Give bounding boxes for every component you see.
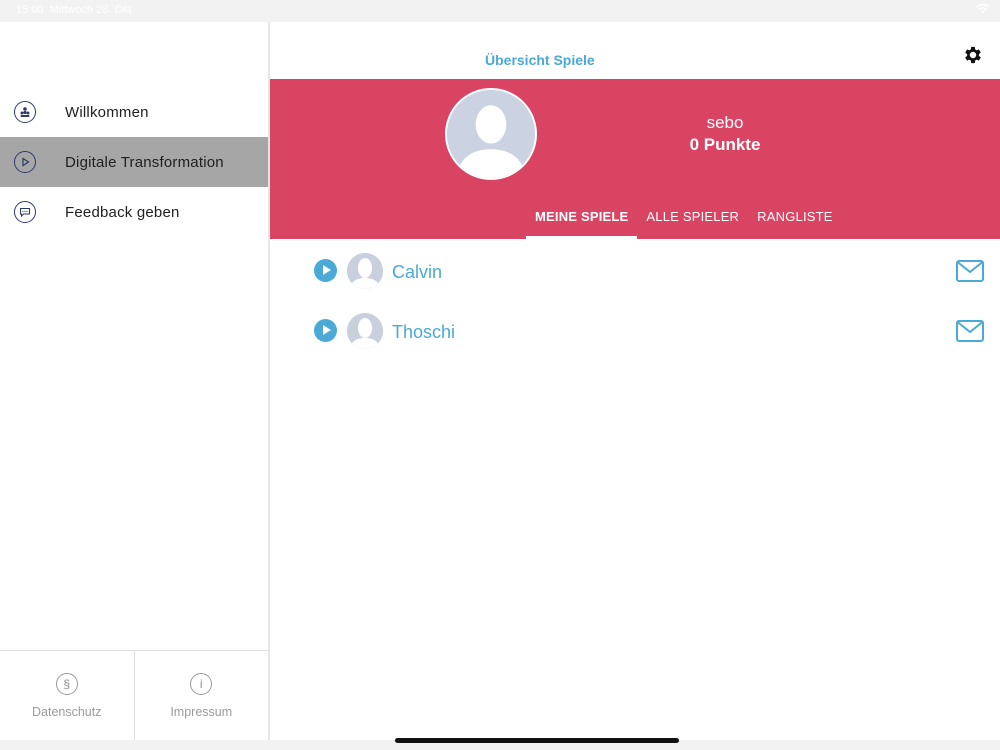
mail-icon[interactable] <box>956 260 984 282</box>
impressum-label: Impressum <box>170 704 233 719</box>
play-button[interactable] <box>314 319 337 342</box>
sidebar-menu: Willkommen Digitale Transformation Feedb… <box>0 87 268 237</box>
sidebar-item-digitale-transformation[interactable]: Digitale Transformation <box>0 137 268 187</box>
tab-alle-spieler[interactable]: ALLE SPIELER <box>637 199 748 239</box>
main-content: Übersicht Spiele sebo 0 Punkte MEINE SPI… <box>270 22 1000 740</box>
impressum-link[interactable]: i Impressum <box>133 651 269 740</box>
sidebar-item-label: Feedback geben <box>65 203 180 221</box>
play-button[interactable] <box>314 259 337 282</box>
tab-meine-spiele[interactable]: MEINE SPIELE <box>526 199 638 239</box>
home-indicator[interactable] <box>395 738 679 743</box>
status-time: 15:00 Mittwoch 28. Okt <box>16 4 132 16</box>
datenschutz-link[interactable]: § Datenschutz <box>0 651 134 740</box>
status-bar: 15:00 Mittwoch 28. Okt <box>0 0 1000 22</box>
datenschutz-label: Datenschutz <box>32 704 102 719</box>
username: sebo <box>706 113 744 132</box>
wifi-icon <box>976 3 990 17</box>
info-icon: i <box>190 672 213 695</box>
sidebar-footer: § Datenschutz i Impressum <box>0 650 268 740</box>
sidebar: Willkommen Digitale Transformation Feedb… <box>0 22 270 740</box>
user-silhouette-icon <box>447 90 535 178</box>
avatar <box>347 253 383 289</box>
list-item[interactable]: Thoschi <box>270 299 1000 359</box>
sidebar-item-feedback[interactable]: Feedback geben <box>0 187 268 237</box>
top-bar: Übersicht Spiele <box>270 22 1000 79</box>
feedback-icon <box>14 201 36 223</box>
sidebar-item-label: Digitale Transformation <box>65 153 224 171</box>
sidebar-item-label: Willkommen <box>65 103 149 121</box>
mail-icon[interactable] <box>956 320 984 342</box>
points: 0 Punkte <box>689 135 761 154</box>
paragraph-icon: § <box>55 672 78 695</box>
tab-bar: MEINE SPIELE ALLE SPIELER RANGLISTE <box>526 199 842 239</box>
tab-rangliste[interactable]: RANGLISTE <box>748 199 841 239</box>
sidebar-item-willkommen[interactable]: Willkommen <box>0 87 268 137</box>
user-silhouette-icon <box>347 313 383 349</box>
page-title: Übersicht Spiele <box>485 52 595 68</box>
people-icon <box>14 101 36 123</box>
profile-header: sebo 0 Punkte MEINE SPIELE ALLE SPIELER … <box>270 79 1000 239</box>
list-item[interactable]: Calvin <box>270 239 1000 299</box>
play-icon <box>14 151 36 173</box>
gear-icon[interactable] <box>962 44 984 66</box>
games-list: Calvin Thoschi <box>270 239 1000 359</box>
user-silhouette-icon <box>347 253 383 289</box>
avatar <box>347 313 383 349</box>
avatar <box>445 88 537 180</box>
player-name: Calvin <box>392 262 443 282</box>
player-name: Thoschi <box>392 322 456 342</box>
